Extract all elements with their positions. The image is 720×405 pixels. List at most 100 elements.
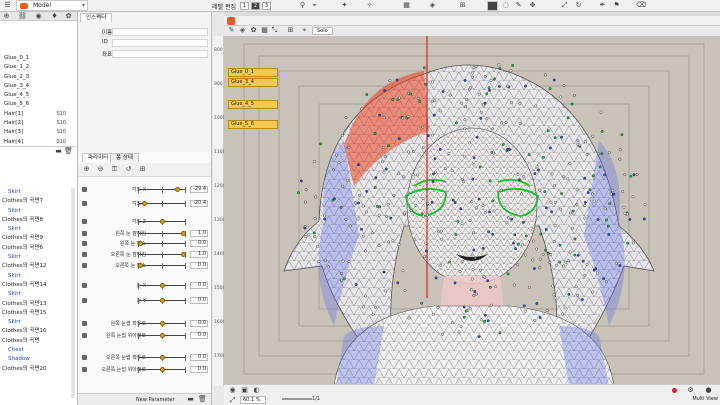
mesh-vertex[interactable]: [383, 155, 387, 159]
mesh-vertex[interactable]: [337, 161, 341, 165]
grid-icon[interactable]: ⊞: [286, 26, 295, 35]
mesh-vertex[interactable]: [516, 172, 520, 176]
mesh-vertex[interactable]: [312, 231, 316, 235]
mesh-vertex[interactable]: [475, 135, 479, 139]
mesh-vertex[interactable]: [498, 331, 502, 335]
mesh-vertex[interactable]: [407, 92, 410, 95]
toggle-icon[interactable]: ⊕: [2, 12, 11, 21]
mesh-vertex[interactable]: [592, 268, 596, 272]
mesh-vertex[interactable]: [553, 136, 557, 140]
mesh-vertex[interactable]: [402, 175, 405, 179]
mesh-vertex[interactable]: [609, 192, 613, 196]
mesh-vertex[interactable]: [551, 284, 555, 288]
move-icon[interactable]: ✥: [528, 1, 537, 10]
mesh-vertex[interactable]: [391, 98, 395, 101]
mesh-vertex[interactable]: [481, 246, 485, 250]
mesh-vertex[interactable]: [370, 231, 374, 235]
mesh-vertex[interactable]: [552, 240, 556, 244]
mesh-vertex[interactable]: [513, 233, 517, 237]
mesh-vertex[interactable]: [324, 258, 327, 262]
parameter-slider[interactable]: [138, 262, 186, 270]
mesh-vertex[interactable]: [600, 130, 604, 133]
part-item[interactable]: Clothes의 곡면7: [0, 197, 76, 206]
mesh-vertex[interactable]: [539, 232, 543, 236]
mesh-vertex[interactable]: [365, 210, 368, 214]
mesh-vertex[interactable]: [313, 160, 316, 163]
slider-knob[interactable]: [159, 321, 165, 326]
mesh-vertex[interactable]: [378, 205, 382, 209]
expand-icon[interactable]: ⊕: [82, 165, 91, 174]
mesh-vertex[interactable]: [538, 266, 542, 270]
mesh-vertex[interactable]: [392, 193, 396, 197]
mesh-vertex[interactable]: [631, 241, 635, 245]
mesh-vertex[interactable]: [533, 318, 537, 322]
mesh-vertex[interactable]: [407, 316, 411, 320]
grid-icon[interactable]: ▦: [402, 1, 411, 10]
deformer-item[interactable]: Glue_3_4: [0, 82, 76, 91]
mesh-vertex[interactable]: [562, 175, 565, 179]
keyform-marker[interactable]: [82, 298, 87, 303]
part-item[interactable]: Skirt: [0, 290, 76, 299]
mesh-vertex[interactable]: [520, 192, 524, 196]
mesh-vertex[interactable]: [505, 221, 509, 225]
mesh-vertex[interactable]: [341, 184, 345, 188]
mesh-vertex[interactable]: [436, 306, 440, 310]
mesh-vertex[interactable]: [544, 248, 547, 252]
mesh-vertex[interactable]: [304, 235, 308, 239]
slider-knob[interactable]: [138, 241, 143, 246]
part-item[interactable]: Clothes의 곡면6: [0, 244, 76, 253]
mesh-vertex[interactable]: [542, 155, 545, 159]
part-item[interactable]: Skirt: [0, 253, 76, 262]
mesh-vertex[interactable]: [571, 209, 575, 213]
mesh-vertex[interactable]: [625, 212, 629, 216]
mesh-vertex[interactable]: [486, 279, 490, 283]
mesh-vertex[interactable]: [522, 304, 526, 308]
parameter-value[interactable]: 0.0: [190, 262, 208, 269]
screenshot-icon[interactable]: ▣: [240, 386, 249, 395]
mesh-vertex[interactable]: [535, 165, 539, 169]
model-select[interactable]: Model ▾: [16, 0, 88, 11]
mesh-vertex[interactable]: [313, 217, 317, 221]
brush-icon[interactable]: ✎: [514, 1, 523, 10]
mesh-vertex[interactable]: [597, 152, 600, 156]
mesh-vertex[interactable]: [532, 267, 536, 271]
mesh-vertex[interactable]: [424, 249, 428, 253]
mesh-vertex[interactable]: [420, 301, 424, 305]
deform-icon[interactable]: ✦: [340, 1, 349, 10]
slider-knob[interactable]: [159, 283, 165, 288]
mesh-vertex[interactable]: [487, 230, 490, 234]
mesh-vertex[interactable]: [357, 201, 361, 205]
mesh-vertex[interactable]: [361, 204, 365, 208]
part-item[interactable]: Clothes의 곡면8: [0, 216, 76, 225]
mesh-vertex[interactable]: [433, 157, 437, 161]
person-icon[interactable]: ⚲: [298, 1, 307, 10]
trash-icon[interactable]: 🗑: [64, 147, 73, 156]
mesh-vertex[interactable]: [576, 253, 580, 257]
mesh-vertex[interactable]: [629, 174, 633, 178]
mesh-vertex[interactable]: [374, 176, 378, 180]
mesh-vertex[interactable]: [401, 116, 405, 120]
part-item[interactable]: Clothes의 곡면12: [0, 262, 76, 271]
mesh-vertex[interactable]: [566, 177, 570, 181]
mesh-vertex[interactable]: [441, 90, 445, 93]
slider-knob[interactable]: [181, 252, 186, 257]
pin-icon[interactable]: ⚑: [612, 1, 621, 10]
color-icon[interactable]: ✿: [249, 26, 258, 35]
mesh-vertex[interactable]: [403, 211, 407, 215]
mesh-vertex[interactable]: [354, 283, 358, 286]
mesh-vertex[interactable]: [483, 313, 487, 317]
mesh-vertex[interactable]: [420, 212, 424, 216]
mesh-vertex[interactable]: [422, 66, 426, 70]
mesh-vertex[interactable]: [437, 230, 440, 234]
mesh-vertex[interactable]: [460, 222, 464, 226]
palette-icon[interactable]: ✿: [64, 12, 73, 21]
mesh-vertex[interactable]: [562, 264, 566, 268]
mesh-vertex[interactable]: [431, 312, 435, 316]
mesh-vertex[interactable]: [384, 167, 388, 171]
mesh-vertex[interactable]: [583, 216, 587, 220]
mesh-vertex[interactable]: [356, 217, 360, 221]
mesh-vertex[interactable]: [635, 172, 639, 176]
lock-icon[interactable]: ♦: [50, 12, 59, 21]
parameter-value[interactable]: 0.0: [190, 240, 208, 247]
glue-tag[interactable]: Glue_0_1: [228, 68, 278, 77]
